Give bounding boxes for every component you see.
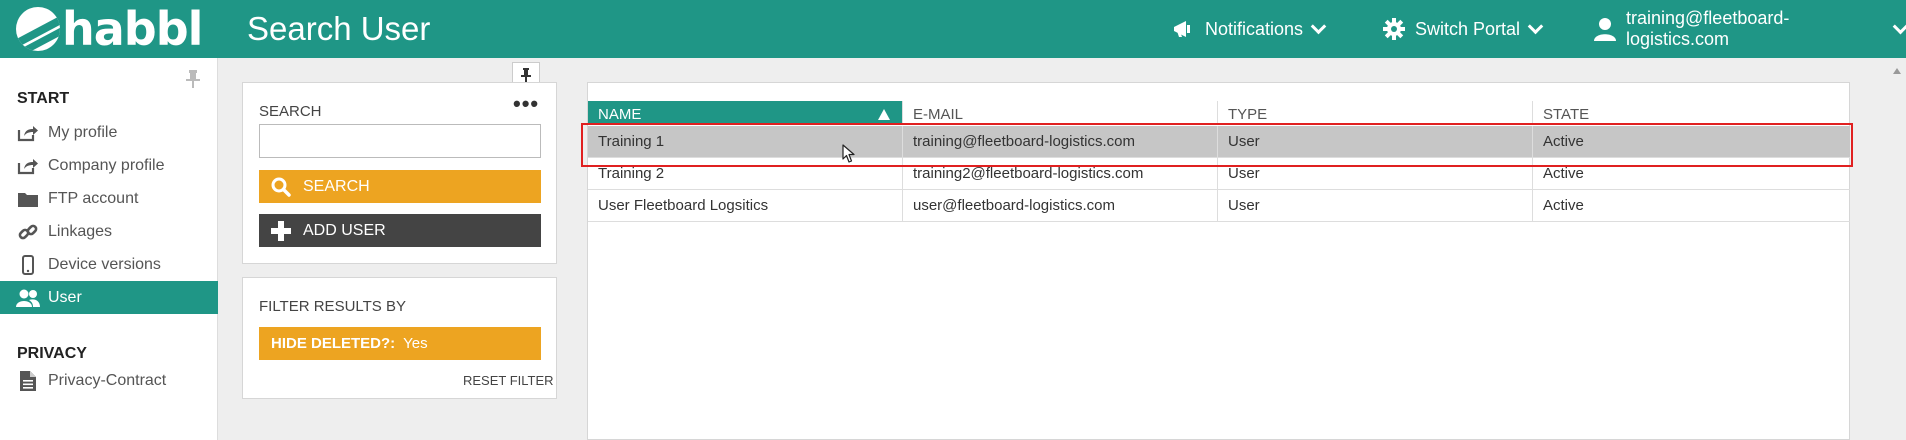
cell-type: User — [1218, 158, 1533, 189]
filter-chip-hide-deleted[interactable]: HIDE DELETED?: Yes — [259, 327, 541, 360]
notifications-label: Notifications — [1205, 18, 1304, 39]
filter-label: FILTER RESULTS BY — [259, 298, 406, 315]
notifications-menu[interactable]: Notifications — [1172, 0, 1327, 58]
column-header-label: STATE — [1543, 106, 1590, 123]
column-header-label: TYPE — [1228, 106, 1268, 123]
cell-type: User — [1218, 126, 1533, 157]
phone-icon — [16, 254, 40, 275]
chevron-down-icon — [1892, 18, 1906, 34]
logo-text: habbl — [62, 2, 203, 56]
external-link-icon — [16, 156, 40, 176]
document-icon — [16, 370, 40, 391]
sidebar-item-label: Linkages — [48, 222, 113, 240]
chevron-down-icon — [1310, 18, 1327, 34]
sidebar-item-user[interactable]: User — [0, 281, 218, 314]
add-user-button-label: ADD USER — [303, 221, 386, 239]
users-icon — [16, 288, 40, 308]
top-bar: habbl Search User Notifications Switch P… — [0, 0, 1906, 58]
sidebar: START My profile Company profile FTP acc… — [0, 58, 218, 440]
cell-state: Active — [1543, 197, 1584, 214]
table-header: NAME E-MAIL TYPE STATE — [588, 101, 1850, 125]
reset-filter-link[interactable]: RESET FILTER — [463, 373, 554, 388]
table-row[interactable]: Training 2 training2@fleetboard-logistic… — [588, 158, 1850, 190]
user-email: training@fleetboard-logistics.com — [1626, 8, 1790, 49]
user-menu[interactable]: training@fleetboard-logistics.com — [1593, 0, 1906, 58]
pin-icon[interactable] — [186, 70, 200, 93]
switch-portal-menu[interactable]: Switch Portal — [1382, 0, 1544, 58]
cell-email: training2@fleetboard-logistics.com — [903, 158, 1218, 189]
page-title: Search User — [247, 10, 431, 47]
table-row[interactable]: Training 1 training@fleetboard-logistics… — [588, 126, 1850, 158]
switch-portal-label: Switch Portal — [1415, 18, 1521, 39]
search-button-label: SEARCH — [303, 177, 370, 195]
link-icon — [16, 222, 40, 242]
search-label: SEARCH — [259, 103, 322, 120]
sidebar-item-label: Device versions — [48, 255, 161, 273]
more-options-icon[interactable]: ••• — [513, 93, 539, 115]
sidebar-item-label: Privacy-Contract — [48, 371, 167, 389]
search-panel: SEARCH ••• SEARCH ADD USER — [242, 82, 557, 264]
sidebar-item-privacy-contract[interactable]: Privacy-Contract — [0, 364, 218, 397]
logo-mark-icon — [16, 7, 60, 51]
cell-email: user@fleetboard-logistics.com — [903, 190, 1218, 221]
cell-email: training@fleetboard-logistics.com — [903, 126, 1218, 157]
chevron-down-icon — [1527, 18, 1544, 34]
sidebar-item-my-profile[interactable]: My profile — [0, 116, 218, 149]
user-table: NAME E-MAIL TYPE STATE Training 1 traini… — [587, 82, 1850, 440]
table-body: Training 1 training@fleetboard-logistics… — [588, 126, 1850, 222]
folder-icon — [16, 189, 40, 209]
search-input[interactable] — [259, 124, 541, 158]
add-user-button[interactable]: ADD USER — [259, 214, 541, 247]
cell-state: Active — [1543, 133, 1584, 150]
user-icon — [1593, 17, 1617, 41]
filter-panel: FILTER RESULTS BY HIDE DELETED?: Yes RES… — [242, 277, 557, 399]
cell-type: User — [1218, 190, 1533, 221]
section-privacy: PRIVACY — [17, 345, 87, 362]
habbl-logo[interactable]: habbl — [16, 2, 203, 56]
sidebar-item-device-versions[interactable]: Device versions — [0, 248, 218, 281]
table-row[interactable]: User Fleetboard Logsitics user@fleetboar… — [588, 190, 1850, 222]
plus-icon — [259, 220, 303, 241]
sidebar-item-label: My profile — [48, 123, 118, 141]
filter-value: Yes — [403, 335, 428, 352]
column-header-name[interactable]: NAME — [588, 101, 903, 125]
megaphone-icon — [1172, 19, 1196, 39]
cell-name: User Fleetboard Logsitics — [588, 190, 903, 221]
section-start: START — [17, 90, 70, 107]
sidebar-item-label: FTP account — [48, 189, 139, 207]
mouse-cursor-icon — [842, 144, 855, 163]
cell-state: Active — [1543, 165, 1584, 182]
filter-name: HIDE DELETED?: — [271, 335, 396, 352]
sidebar-item-label: User — [48, 288, 82, 306]
column-header-label: NAME — [598, 106, 642, 123]
search-icon — [259, 177, 303, 197]
sidebar-item-company-profile[interactable]: Company profile — [0, 149, 218, 182]
sort-ascending-icon — [878, 109, 890, 120]
gear-icon — [1382, 17, 1406, 41]
scrollbar[interactable] — [1890, 60, 1904, 440]
column-header-type[interactable]: TYPE — [1218, 101, 1533, 125]
column-header-label: E-MAIL — [913, 106, 964, 123]
sidebar-item-ftp-account[interactable]: FTP account — [0, 182, 218, 215]
search-button[interactable]: SEARCH — [259, 170, 541, 203]
sidebar-item-label: Company profile — [48, 156, 165, 174]
column-header-state[interactable]: STATE — [1533, 101, 1850, 125]
sidebar-item-linkages[interactable]: Linkages — [0, 215, 218, 248]
external-link-icon — [16, 123, 40, 143]
scroll-up-icon — [1893, 68, 1901, 74]
column-header-email[interactable]: E-MAIL — [903, 101, 1218, 125]
